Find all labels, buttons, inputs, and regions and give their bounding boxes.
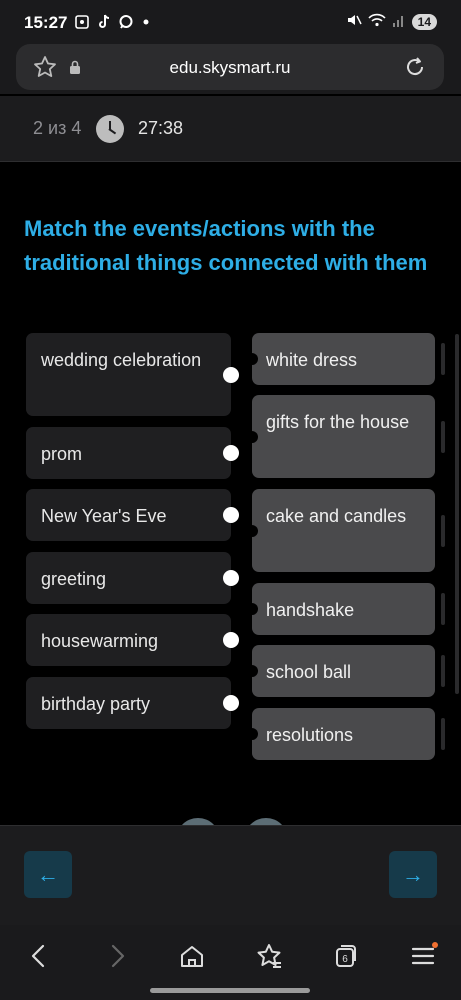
connector-dot[interactable] xyxy=(223,507,239,523)
drag-handle[interactable] xyxy=(441,718,445,750)
tiktok-icon xyxy=(97,14,111,33)
left-item-label: New Year's Eve xyxy=(41,506,167,526)
url-text: edu.skysmart.ru xyxy=(169,58,291,77)
match-left-item-greeting[interactable]: greeting xyxy=(26,552,239,604)
left-item-label: wedding celebration xyxy=(41,350,202,370)
status-time: 15:27 xyxy=(24,13,68,32)
left-item-label: greeting xyxy=(41,569,107,589)
right-item-label: resolutions xyxy=(266,725,354,745)
connector-dot[interactable] xyxy=(223,445,239,461)
right-item-label: gifts for the house xyxy=(266,412,410,432)
task-timer: 27:38 xyxy=(138,118,184,138)
chat-icon xyxy=(118,14,134,33)
match-left-item-housewarming[interactable]: housewarming xyxy=(26,614,239,666)
match-left-item-wedding[interactable]: wedding celebration xyxy=(26,333,239,416)
battery-badge: 14 xyxy=(407,13,437,30)
prev-task-button[interactable]: ← xyxy=(24,851,72,898)
match-left-item-new-years-eve[interactable]: New Year's Eve xyxy=(26,489,239,541)
task-navigation: ← → xyxy=(0,825,461,925)
left-item-label: birthday party xyxy=(41,694,151,714)
status-bar: 15:27 14 xyxy=(0,0,461,44)
arrow-left-icon: ← xyxy=(37,862,59,887)
reload-icon[interactable] xyxy=(402,54,428,80)
wifi-icon xyxy=(368,12,386,31)
connector-dot[interactable] xyxy=(246,728,258,740)
status-right-icons: 14 xyxy=(346,12,437,31)
page-scrollbar[interactable] xyxy=(455,334,459,694)
right-item-label: school ball xyxy=(266,662,352,682)
match-right-item-resolutions[interactable]: resolutions xyxy=(246,708,445,760)
tabs-icon[interactable]: 6 xyxy=(331,941,361,971)
lesson-header: 2 из 4 27:38 xyxy=(0,96,461,162)
task-progress: 2 из 4 xyxy=(33,118,82,138)
match-right-item-handshake[interactable]: handshake xyxy=(246,583,445,635)
left-item-label: housewarming xyxy=(41,631,159,651)
connector-dot[interactable] xyxy=(246,665,258,677)
connector-dot[interactable] xyxy=(223,570,239,586)
menu-icon[interactable] xyxy=(408,941,438,971)
svg-text:6: 6 xyxy=(342,954,348,965)
match-right-item-cake[interactable]: cake and candles xyxy=(246,489,445,572)
connector-dot[interactable] xyxy=(223,695,239,711)
match-right-item-gifts[interactable]: gifts for the house xyxy=(246,395,445,478)
connector-dot[interactable] xyxy=(246,603,258,615)
drag-handle[interactable] xyxy=(441,343,445,375)
next-task-button[interactable]: → xyxy=(389,851,437,898)
home-indicator[interactable] xyxy=(150,988,310,993)
back-icon[interactable] xyxy=(24,941,54,971)
match-right-item-school-ball[interactable]: school ball xyxy=(246,645,445,697)
drag-handle[interactable] xyxy=(441,655,445,687)
right-item-label: white dress xyxy=(266,350,358,370)
home-icon[interactable] xyxy=(177,941,207,971)
dot-icon xyxy=(141,14,151,33)
favorites-icon[interactable] xyxy=(254,941,284,971)
clock-icon xyxy=(96,115,124,143)
drag-handle[interactable] xyxy=(441,420,445,453)
connector-dot[interactable] xyxy=(246,430,258,443)
connector-dot[interactable] xyxy=(223,366,239,383)
connector-dot[interactable] xyxy=(246,353,258,365)
match-left-item-prom[interactable]: prom xyxy=(26,427,239,479)
drag-handle[interactable] xyxy=(441,593,445,625)
url-field[interactable]: edu.skysmart.ru xyxy=(16,44,444,90)
connector-dot[interactable] xyxy=(223,632,239,648)
signal-icon xyxy=(392,12,406,31)
status-left-icons xyxy=(74,14,151,33)
connector-dot[interactable] xyxy=(246,524,258,537)
arrow-right-icon: → xyxy=(402,862,424,887)
browser-address-bar: edu.skysmart.ru xyxy=(0,44,461,94)
forward-icon[interactable] xyxy=(102,941,132,971)
match-left-item-birthday[interactable]: birthday party xyxy=(26,677,239,729)
drag-handle[interactable] xyxy=(441,514,445,547)
left-item-label: prom xyxy=(41,444,83,464)
right-item-label: handshake xyxy=(266,600,355,620)
screenshot-icon xyxy=(74,14,90,33)
match-right-item-white-dress[interactable]: white dress xyxy=(246,333,445,385)
right-item-label: cake and candles xyxy=(266,506,407,526)
mute-icon xyxy=(346,12,362,31)
task-title: Match the events/actions with the tradit… xyxy=(24,216,428,275)
